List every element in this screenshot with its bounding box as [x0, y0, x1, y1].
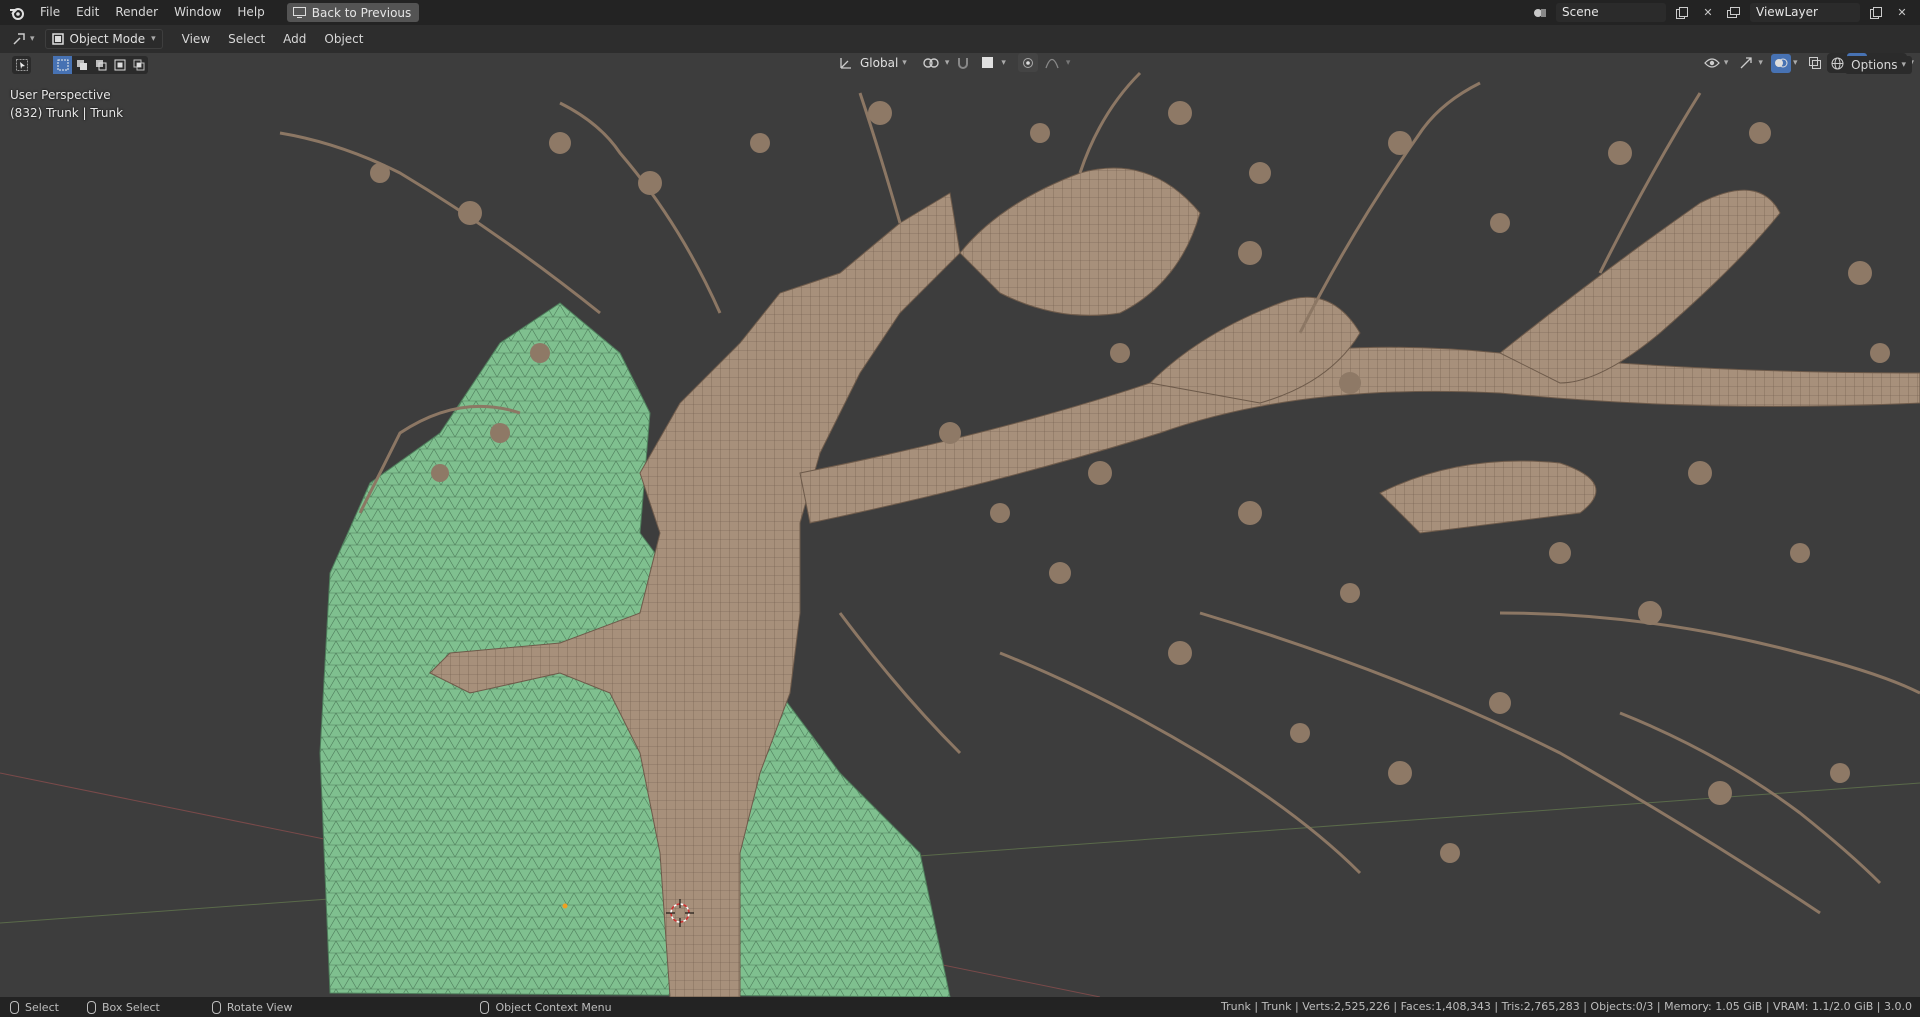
scene-icon[interactable] — [1530, 3, 1550, 22]
status-select-label: Select — [25, 1000, 59, 1014]
status-select: Select — [10, 1000, 59, 1014]
branch-mesh — [959, 167, 1201, 316]
status-box-select: Box Select — [86, 1000, 160, 1014]
workspace-selectors: Scene ✕ ViewLayer ✕ — [1530, 0, 1920, 25]
menu-object[interactable]: Object — [315, 32, 372, 46]
extend-selection-icon[interactable] — [72, 56, 91, 74]
tool-settings-bar — [0, 53, 1920, 77]
object-mode-icon — [51, 33, 64, 45]
view-layer-field[interactable]: ViewLayer — [1750, 3, 1860, 22]
status-rotate-view: Rotate View — [211, 1000, 293, 1014]
status-rotate-view-label: Rotate View — [226, 1000, 293, 1014]
set-new-selection-icon[interactable] — [53, 56, 72, 74]
right-mouse-icon — [480, 1000, 490, 1014]
screen-icon — [292, 7, 306, 18]
mode-label: Object Mode — [69, 32, 146, 46]
editor-type-chevron-icon[interactable]: ▾ — [30, 34, 35, 44]
perspective-label: User Perspective — [10, 88, 111, 102]
options-label: Options — [1851, 58, 1898, 72]
selection-mode-group — [53, 56, 148, 74]
back-to-previous-button[interactable]: Back to Previous — [286, 3, 420, 22]
select-tool-icon[interactable] — [12, 56, 31, 74]
branch-mesh — [1379, 460, 1597, 534]
status-bar: Select Box Select Rotate View Object Con… — [0, 997, 1920, 1017]
left-mouse-icon — [10, 1000, 19, 1014]
x-axis-line — [0, 782, 1920, 924]
intersect-selection-icon[interactable] — [129, 56, 148, 74]
remove-view-layer-icon[interactable]: ✕ — [1892, 3, 1912, 22]
menu-select[interactable]: Select — [219, 32, 274, 46]
object-origin-icon — [562, 903, 568, 909]
new-scene-icon[interactable] — [1672, 3, 1692, 22]
options-dropdown[interactable]: Options ▾ — [1845, 56, 1912, 74]
menu-render[interactable]: Render — [107, 0, 166, 25]
menu-add[interactable]: Add — [274, 32, 315, 46]
invert-selection-icon[interactable] — [110, 56, 129, 74]
blender-logo-icon[interactable] — [6, 0, 28, 25]
mode-dropdown[interactable]: Object Mode ▾ — [44, 29, 163, 49]
scene-name-field[interactable]: Scene — [1556, 3, 1666, 22]
status-context-menu-label: Object Context Menu — [495, 1000, 612, 1014]
viewport-header: ▾ Object Mode ▾ View Select Add Object G… — [0, 25, 1920, 73]
viewport-scene — [0, 71, 1920, 997]
active-object-label: (832) Trunk | Trunk — [10, 106, 124, 120]
menu-window[interactable]: Window — [166, 0, 229, 25]
middle-mouse-icon — [211, 1000, 221, 1014]
status-box-select-label: Box Select — [101, 1000, 160, 1014]
branch-mesh — [799, 346, 1920, 524]
chevron-down-icon: ▾ — [151, 34, 156, 44]
drag-mouse-icon — [86, 1000, 96, 1014]
back-to-previous-label: Back to Previous — [311, 5, 412, 20]
menu-edit[interactable]: Edit — [68, 0, 107, 25]
branch-mesh — [1499, 189, 1781, 384]
viewport-info: User Perspective (832) Trunk | Trunk — [10, 86, 123, 122]
remove-scene-icon[interactable]: ✕ — [1698, 3, 1718, 22]
menu-file[interactable]: File — [32, 0, 68, 25]
scene-statistics: Trunk | Trunk | Verts:2,525,226 | Faces:… — [1220, 1000, 1912, 1013]
top-bar: File Edit Render Window Help Back to Pre… — [0, 0, 1920, 25]
menu-view[interactable]: View — [173, 32, 219, 46]
3d-viewport[interactable] — [0, 53, 1920, 997]
editor-type-icon[interactable] — [10, 30, 30, 49]
menu-help[interactable]: Help — [229, 0, 272, 25]
status-context-menu: Object Context Menu — [480, 1000, 612, 1014]
view-layer-icon[interactable] — [1724, 3, 1744, 22]
subtract-selection-icon[interactable] — [91, 56, 110, 74]
new-view-layer-icon[interactable] — [1866, 3, 1886, 22]
chevron-down-icon: ▾ — [1901, 60, 1906, 70]
